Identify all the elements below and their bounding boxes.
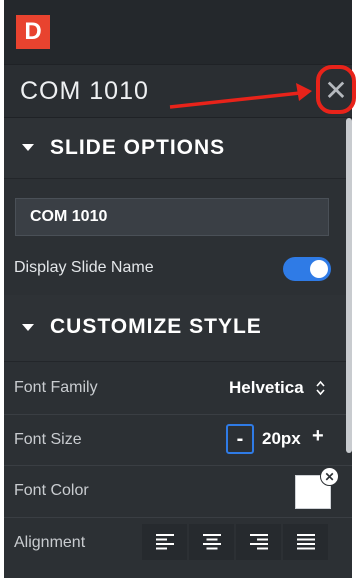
align-center-button[interactable] <box>189 524 234 560</box>
toggle-knob <box>310 260 328 278</box>
top-bar: D <box>4 0 352 64</box>
customize-style-header[interactable]: CUSTOMIZE STYLE <box>4 295 352 362</box>
slide-title: COM 1010 <box>20 77 149 105</box>
align-justify-button[interactable] <box>283 524 328 560</box>
display-slide-name-label: Display Slide Name <box>14 259 154 276</box>
slide-options-header[interactable]: SLIDE OPTIONS <box>4 118 352 179</box>
font-size-decrease-button[interactable]: - <box>226 424 254 454</box>
style-panel: D COM 1010 SLIDE OPTIONS Display Slide N… <box>4 0 352 578</box>
row-divider <box>4 465 352 466</box>
alignment-label: Alignment <box>14 534 86 551</box>
font-size-value: 20px <box>262 429 301 448</box>
caret-down-icon <box>22 144 34 151</box>
alignment-group <box>142 524 328 560</box>
select-arrows-icon <box>316 380 325 396</box>
align-center-icon <box>202 534 221 550</box>
align-justify-icon <box>296 534 315 550</box>
slide-title-bar: COM 1010 <box>4 64 352 118</box>
customize-style-label: CUSTOMIZE STYLE <box>50 315 262 338</box>
font-size-increase-button[interactable]: + <box>312 425 324 448</box>
font-family-value: Helvetica <box>229 378 304 397</box>
align-left-icon <box>155 534 174 550</box>
row-divider <box>4 517 352 518</box>
close-button[interactable]: ✕ <box>322 74 350 106</box>
font-color-label: Font Color <box>14 482 89 499</box>
close-icon: ✕ <box>324 74 348 106</box>
app-logo[interactable]: D <box>16 15 50 49</box>
panel-scrollbar[interactable] <box>346 118 352 453</box>
row-divider <box>4 414 352 415</box>
slide-options-label: SLIDE OPTIONS <box>50 136 226 159</box>
align-right-button[interactable] <box>236 524 281 560</box>
font-family-label: Font Family <box>14 379 98 396</box>
align-right-icon <box>249 534 268 550</box>
clear-color-icon[interactable]: ✕ <box>320 467 339 486</box>
align-left-button[interactable] <box>142 524 187 560</box>
slide-name-input[interactable] <box>15 198 329 236</box>
font-size-label: Font Size <box>14 431 82 448</box>
display-slide-name-toggle[interactable] <box>283 257 331 281</box>
caret-down-icon <box>22 324 34 331</box>
